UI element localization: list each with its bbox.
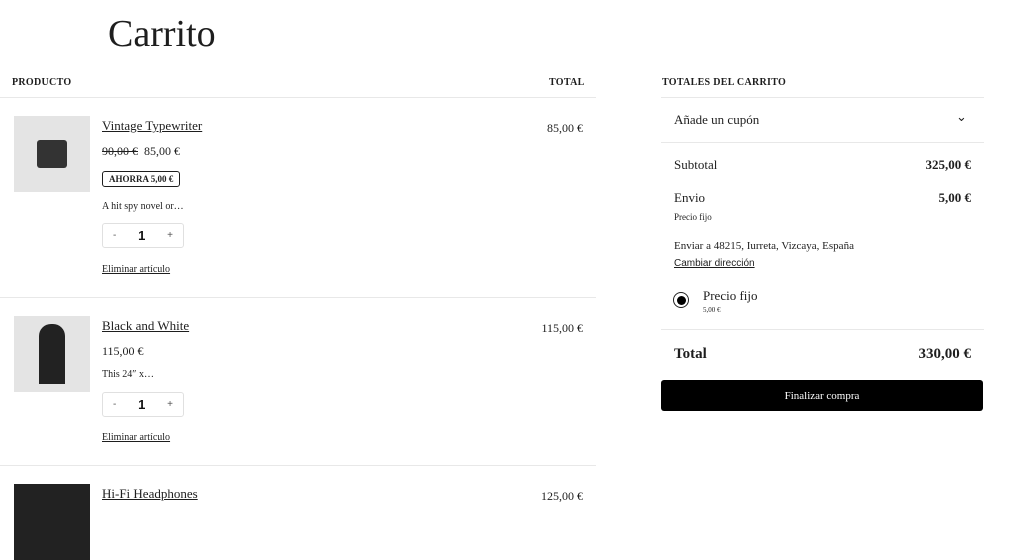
increase-button[interactable]: + [167, 399, 173, 410]
subtotal-value: 325,00 € [925, 157, 972, 172]
quantity-stepper: - 1 + [102, 392, 184, 417]
col-total: TOTAL [549, 77, 585, 88]
page-title: Carrito [108, 13, 216, 55]
col-product: PRODUCTO [12, 77, 72, 88]
quantity-stepper: - 1 + [102, 223, 184, 248]
decrease-button[interactable]: - [113, 230, 116, 241]
quantity-input[interactable]: 1 [138, 397, 145, 412]
divider [0, 297, 596, 298]
description: This 24″ x… [102, 369, 154, 380]
product-link[interactable]: Hi-Fi Headphones [102, 486, 198, 502]
total-value: 330,00 € [918, 346, 972, 362]
divider [0, 97, 596, 98]
decrease-button[interactable]: - [113, 399, 116, 410]
savings-badge: AHORRA 5,00 € [102, 171, 181, 187]
coupon-toggle[interactable]: Añade un cupón [674, 112, 759, 128]
remove-item-link[interactable]: Eliminar artículo [102, 432, 170, 443]
divider [661, 329, 984, 330]
product-image-typewriter[interactable] [14, 116, 90, 192]
shipping-label: Envio [674, 190, 706, 205]
price: 115,00 € [102, 344, 144, 358]
increase-button[interactable]: + [167, 230, 173, 241]
chevron-down-icon[interactable]: ⌄ [956, 110, 967, 125]
subtotal-label: Subtotal [674, 157, 718, 172]
shipping-value: 5,00 € [938, 190, 972, 205]
total-label: Total [674, 346, 707, 362]
item-total: 85,00 € [547, 121, 583, 135]
divider [0, 465, 596, 466]
item-total: 125,00 € [541, 489, 583, 503]
ship-to: Enviar a 48215, Iurreta, Vizcaya, España [674, 240, 854, 252]
divider [661, 97, 984, 98]
product-link[interactable]: Vintage Typewriter [102, 118, 202, 134]
shipping-method: Precio fijo [674, 212, 712, 222]
description: A hit spy novel or… [102, 201, 184, 212]
quantity-input[interactable]: 1 [138, 228, 145, 243]
option-price: 5,00 € [703, 306, 721, 314]
old-price: 90,00 € [102, 144, 138, 158]
price: 85,00 € [144, 144, 180, 158]
product-link[interactable]: Black and White [102, 318, 189, 334]
option-label: Precio fijo [703, 288, 758, 303]
remove-item-link[interactable]: Eliminar artículo [102, 264, 170, 275]
change-address-link[interactable]: Cambiar dirección [674, 258, 755, 269]
item-total: 115,00 € [541, 321, 583, 335]
totals-title: TOTALES DEL CARRITO [662, 77, 787, 88]
checkout-button[interactable]: Finalizar compra [661, 380, 983, 411]
shipping-radio[interactable] [673, 292, 689, 308]
divider [661, 142, 984, 143]
product-image-black-white[interactable] [14, 316, 90, 392]
product-image-headphones[interactable] [14, 484, 90, 560]
